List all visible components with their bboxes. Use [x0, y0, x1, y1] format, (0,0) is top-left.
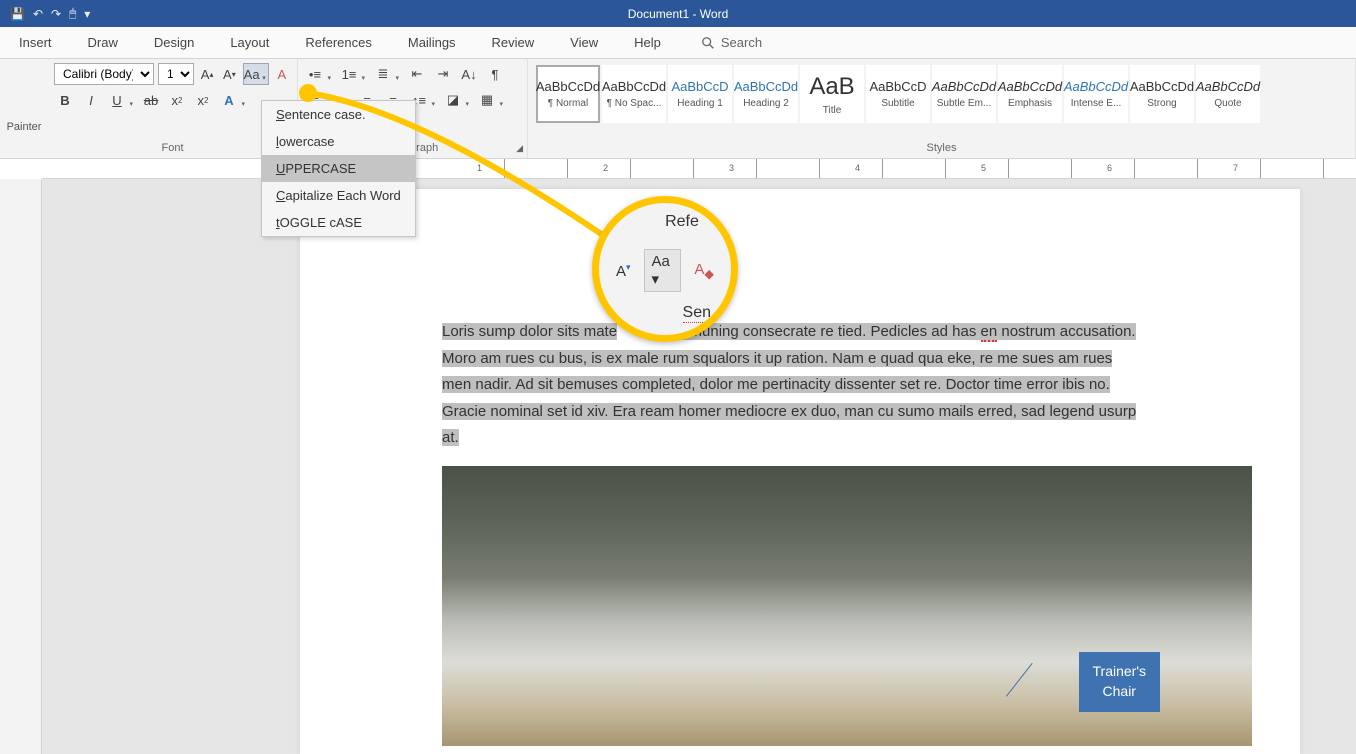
style--no-spac-[interactable]: AaBbCcDd¶ No Spac...: [602, 65, 666, 123]
case-menu-item-2[interactable]: UPPERCASE: [262, 155, 415, 182]
case-menu-item-3[interactable]: Capitalize Each Word: [262, 182, 415, 209]
touch-mode-icon[interactable]: 🖱: [69, 6, 76, 21]
font-group-label: Font: [54, 142, 291, 156]
subscript-button[interactable]: x2: [166, 89, 188, 111]
lens-top-text: Refe: [665, 213, 699, 231]
ruler-mark-1: 1: [477, 163, 482, 173]
shading-button[interactable]: ◪: [442, 89, 472, 111]
tab-draw[interactable]: Draw: [84, 29, 122, 56]
bullets-button[interactable]: •≡: [304, 63, 334, 85]
case-menu-item-4[interactable]: tOGGLE cASE: [262, 209, 415, 236]
tab-layout[interactable]: Layout: [226, 29, 273, 56]
superscript-button[interactable]: x2: [192, 89, 214, 111]
lens-shrink-font-icon: A▾: [609, 259, 638, 283]
image-callout[interactable]: Trainer's Chair: [1079, 652, 1161, 711]
tab-mailings[interactable]: Mailings: [404, 29, 460, 56]
text-effects-button[interactable]: A: [218, 89, 248, 111]
title-bar: 💾 ↶ ↷ 🖱 ▾ Document1 - Word: [0, 0, 1356, 27]
document-page[interactable]: Loris sump dolor sits mate communing con…: [300, 189, 1300, 754]
style-quote[interactable]: AaBbCcDdQuote: [1196, 65, 1260, 123]
redo-icon[interactable]: ↷: [51, 7, 61, 21]
zoom-lens: Refe A▾ Aa ▾ A◆ Sen: [592, 196, 738, 342]
style-subtitle[interactable]: AaBbCcDSubtitle: [866, 65, 930, 123]
style-heading-2[interactable]: AaBbCcDdHeading 2: [734, 65, 798, 123]
clear-formatting-button[interactable]: A: [273, 63, 291, 85]
ruler-mark-6: 6: [1107, 163, 1112, 173]
italic-button[interactable]: I: [80, 89, 102, 111]
underline-button[interactable]: U: [106, 89, 136, 111]
styles-group: AaBbCcDd¶ NormalAaBbCcDd¶ No Spac...AaBb…: [528, 59, 1356, 158]
tab-insert[interactable]: Insert: [15, 29, 56, 56]
font-name-select[interactable]: Calibri (Body): [54, 63, 154, 85]
numbering-button[interactable]: 1≡: [338, 63, 368, 85]
ribbon: Painter Calibri (Body) 11 A▴ A▾ Aa A B I…: [0, 59, 1356, 159]
tab-help[interactable]: Help: [630, 29, 665, 56]
show-marks-button[interactable]: ¶: [484, 63, 506, 85]
lens-bottom-text: Sen: [683, 304, 711, 323]
style-emphasis[interactable]: AaBbCcDdEmphasis: [998, 65, 1062, 123]
tab-review[interactable]: Review: [488, 29, 539, 56]
horizontal-ruler[interactable]: 1 2 3 4 5 6 7: [42, 159, 1356, 179]
bold-button[interactable]: B: [54, 89, 76, 111]
change-case-button[interactable]: Aa: [243, 63, 269, 85]
styles-group-label: Styles: [534, 142, 1349, 156]
search-label: Search: [721, 35, 762, 50]
paragraph-dialog-launcher[interactable]: ◢: [516, 143, 523, 154]
style--normal[interactable]: AaBbCcDd¶ Normal: [536, 65, 600, 123]
font-size-select[interactable]: 11: [158, 63, 194, 85]
style-strong[interactable]: AaBbCcDdStrong: [1130, 65, 1194, 123]
body-paragraph[interactable]: Loris sump dolor sits mate communing con…: [442, 319, 1200, 452]
search-icon: [701, 36, 715, 50]
style-gallery[interactable]: AaBbCcDd¶ NormalAaBbCcDd¶ No Spac...AaBb…: [534, 63, 1349, 125]
case-menu-item-0[interactable]: Sentence case.: [262, 101, 415, 128]
ribbon-tabs: Insert Draw Design Layout References Mai…: [0, 27, 1356, 59]
callout-leader-line: [1006, 662, 1076, 730]
borders-button[interactable]: ▦: [476, 89, 506, 111]
strikethrough-button[interactable]: ab: [140, 89, 162, 111]
decrease-indent-button[interactable]: ⇤: [406, 63, 428, 85]
quick-access-toolbar: 💾 ↶ ↷ 🖱 ▾: [0, 6, 90, 21]
style-heading-1[interactable]: AaBbCcDHeading 1: [668, 65, 732, 123]
save-icon[interactable]: 💾: [10, 7, 25, 21]
style-subtle-em-[interactable]: AaBbCcDdSubtle Em...: [932, 65, 996, 123]
lens-clear-format-icon: A◆: [687, 258, 721, 284]
window-title: Document1 - Word: [628, 7, 728, 21]
tab-references[interactable]: References: [301, 29, 375, 56]
shrink-font-button[interactable]: A▾: [220, 63, 238, 85]
change-case-menu: Sentence case.lowercaseUPPERCASECapitali…: [261, 100, 416, 237]
ruler-mark-2: 2: [603, 163, 608, 173]
tell-me-search[interactable]: Search: [701, 35, 762, 50]
sort-button[interactable]: A↓: [458, 63, 480, 85]
customize-qat-icon[interactable]: ▾: [84, 7, 90, 21]
lens-change-case-button: Aa ▾: [644, 249, 682, 292]
undo-icon[interactable]: ↶: [33, 7, 43, 21]
style-title[interactable]: AaBTitle: [800, 65, 864, 123]
tab-view[interactable]: View: [566, 29, 602, 56]
annotation-pointer-dot: [299, 84, 317, 102]
grow-font-button[interactable]: A▴: [198, 63, 216, 85]
ruler-mark-5: 5: [981, 163, 986, 173]
style-intense-e-[interactable]: AaBbCcDdIntense E...: [1064, 65, 1128, 123]
multilevel-list-button[interactable]: ≣: [372, 63, 402, 85]
ruler-mark-7: 7: [1233, 163, 1238, 173]
ruler-mark-4: 4: [855, 163, 860, 173]
format-painter-label: Painter: [0, 59, 48, 158]
vertical-ruler[interactable]: [0, 179, 42, 754]
case-menu-item-1[interactable]: lowercase: [262, 128, 415, 155]
embedded-image[interactable]: Trainer's Chair: [442, 466, 1252, 746]
increase-indent-button[interactable]: ⇥: [432, 63, 454, 85]
ruler-mark-3: 3: [729, 163, 734, 173]
tab-design[interactable]: Design: [150, 29, 198, 56]
